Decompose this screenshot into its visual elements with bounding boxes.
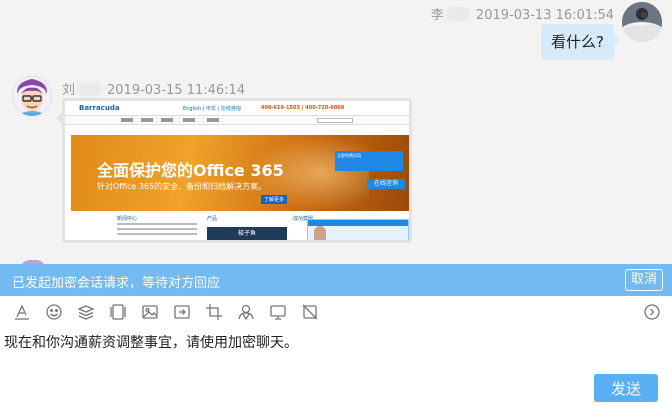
image-icon[interactable]	[140, 302, 160, 322]
crop-icon[interactable]	[204, 302, 224, 322]
redacted-name	[445, 7, 470, 21]
banner-promo: 立即免费试用	[335, 151, 403, 171]
banner-dots	[233, 203, 257, 207]
font-icon[interactable]	[12, 302, 32, 322]
banner-online-chat: 在线咨询	[367, 179, 405, 189]
composer-input[interactable]: 现在和你沟通薪资调整事宜，请使用加密聊天。	[4, 332, 298, 352]
screenshot-top-links: English | 中文 | 在线咨询	[183, 106, 241, 112]
file-icon[interactable]	[108, 302, 128, 322]
avatar-self[interactable]	[622, 2, 662, 42]
message-timestamp: 2019-03-15 11:46:14	[107, 83, 246, 98]
message-meta-right: 李 2019-03-13 16:01:54	[431, 4, 614, 23]
composer-toolbar	[0, 296, 672, 328]
no-image-icon[interactable]	[300, 302, 320, 322]
screenshot-dark-box: 梭子鱼	[207, 227, 287, 240]
message-timestamp: 2019-03-13 16:01:54	[475, 8, 614, 23]
banner-title: 全面保护您的Office 365	[97, 161, 284, 180]
screenshot-hotline: 400-619-1503 | 400-720-6008	[261, 105, 345, 111]
sender-name: 刘	[62, 83, 76, 98]
screenshot-search	[317, 118, 353, 123]
layers-icon[interactable]	[76, 302, 96, 322]
image-message[interactable]: Barracuda English | 中文 | 在线咨询 400-619-15…	[56, 98, 412, 243]
banner-cta: 了解更多	[261, 195, 288, 204]
encryption-request-banner: 已发起加密会话请求，等待对方回应 取消	[0, 264, 672, 296]
avatar-contact[interactable]	[12, 76, 52, 116]
agent-photo	[314, 226, 326, 240]
encryption-status-text: 已发起加密会话请求，等待对方回应	[12, 276, 221, 291]
screenshot-header: Barracuda English | 中文 | 在线咨询 400-619-15…	[65, 101, 409, 115]
message-meta-left: 刘 2019-03-15 11:46:14	[62, 79, 245, 98]
group-icon[interactable]	[236, 302, 256, 322]
banner-subtitle: 针对Office 365的安全、备份和归档解决方案。	[97, 182, 267, 191]
screenshot-col-title: 产品	[207, 216, 218, 222]
chat-history: 李 2019-03-13 16:01:54 看什么? 刘 2019-03-15 1	[0, 0, 672, 264]
send-button[interactable]: 发送	[594, 374, 658, 402]
screenshot-bottom: 新闻中心 产品 成功案例 梭子鱼	[71, 213, 409, 240]
shared-screenshot[interactable]: Barracuda English | 中文 | 在线咨询 400-619-15…	[65, 101, 409, 240]
sender-name: 李	[430, 8, 444, 23]
message-bubble-self[interactable]: 看什么?	[541, 24, 620, 60]
forward-icon[interactable]	[172, 302, 192, 322]
emoji-icon[interactable]	[44, 302, 64, 322]
screenshot-news-lines	[117, 223, 197, 238]
redacted-name	[77, 82, 102, 96]
barracuda-logo: Barracuda	[79, 104, 120, 112]
screenshot-banner: 全面保护您的Office 365 针对Office 365的安全、备份和归档解决…	[71, 135, 409, 211]
message-composer[interactable]: 现在和你沟通薪资调整事宜，请使用加密聊天。 发送	[0, 328, 672, 417]
screenshot-nav	[65, 115, 409, 125]
screen-icon[interactable]	[268, 302, 288, 322]
message-text: 看什么?	[551, 33, 604, 51]
more-icon[interactable]	[642, 302, 662, 322]
screenshot-col-title: 新闻中心	[117, 216, 138, 222]
screenshot-chat-popup	[307, 219, 409, 240]
cancel-encryption-button[interactable]: 取消	[624, 269, 663, 291]
